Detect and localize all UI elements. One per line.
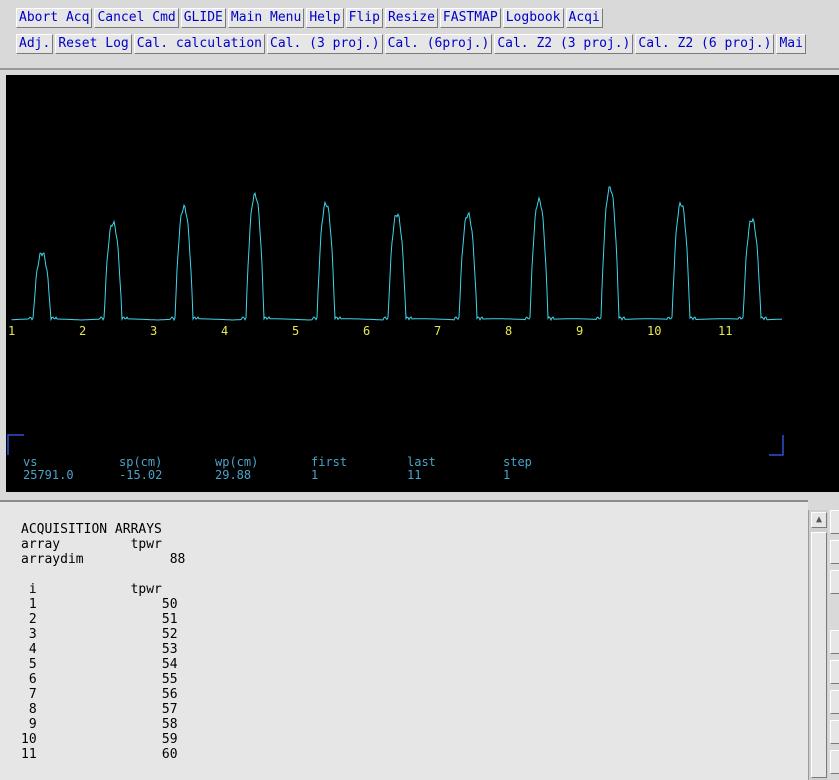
param-value-first: 1	[311, 468, 319, 482]
col-tpwr-header: tpwr	[130, 582, 162, 597]
toolbar-row1-button-5[interactable]: Flip	[345, 8, 383, 28]
scroll-thumb[interactable]	[811, 532, 827, 778]
toolbar-row1-button-7[interactable]: FASTMAP	[439, 8, 501, 28]
array-index-label: 3	[150, 324, 157, 338]
toolbar-row1-button-1[interactable]: Cancel Cmd	[94, 8, 179, 28]
side-button[interactable]	[830, 510, 839, 534]
array-index-label: 8	[505, 324, 512, 338]
array-row: 2 51	[28, 612, 178, 627]
array-row: 1 50	[28, 597, 178, 612]
array-value: tpwr	[130, 537, 162, 552]
param-value-last: 11	[407, 468, 422, 482]
toolbar-divider	[0, 68, 839, 70]
toolbar-row1-button-8[interactable]: Logbook	[502, 8, 564, 28]
array-row: 7 56	[28, 687, 178, 702]
toolbar-row2-button-2[interactable]: Cal. calculation	[133, 34, 265, 54]
array-index-label: 7	[434, 324, 441, 338]
param-value-wp: 29.88	[215, 468, 252, 482]
toolbar-row1-button-2[interactable]: GLIDE	[180, 8, 226, 28]
arrayed-spectra-plot: 1 2 3 4 5 6 7 8 9 10 11	[7, 186, 784, 456]
side-button[interactable]	[830, 660, 839, 684]
array-index-label: 2	[79, 324, 86, 338]
text-output-panel[interactable]: ACQUISITION ARRAYS array tpwr arraydim 8…	[0, 500, 808, 780]
array-row: 11 60	[21, 747, 178, 762]
toolbar-row1-button-6[interactable]: Resize	[384, 8, 438, 28]
side-button[interactable]	[830, 750, 839, 774]
spectrum-display[interactable]: 1 2 3 4 5 6 7 8 9 10 11 vs sp(cm) wp(cm) first las…	[6, 75, 839, 492]
toolbar-row2-button-0[interactable]: Adj.	[16, 34, 54, 54]
array-row: 4 53	[28, 642, 178, 657]
toolbar-row1-button-4[interactable]: Help	[306, 8, 344, 28]
array-index-label: 6	[363, 324, 370, 338]
param-value-vs: 25791.0	[23, 468, 74, 482]
array-index-label: 1	[8, 324, 15, 338]
toolbar-row2-button-5[interactable]: Cal. Z2 (3 proj.)	[494, 34, 634, 54]
array-row: 10 59	[21, 732, 178, 747]
toolbar-row2-button-7[interactable]: Mai	[776, 34, 806, 54]
toolbar-row-2: Adj. Reset Log Cal. calculation Cal. (3 pro…	[16, 34, 806, 54]
arraydim-label: arraydim	[21, 552, 84, 567]
side-button[interactable]	[830, 630, 839, 654]
acquisition-arrays-text: ACQUISITION ARRAYS array tpwr arraydim 8…	[21, 522, 185, 762]
col-i-header: i	[28, 582, 37, 597]
array-row: 3 52	[28, 627, 178, 642]
array-row: 9 58	[28, 717, 178, 732]
plot-corner-marker	[769, 435, 784, 456]
text-scrollbar[interactable]: ▲	[808, 510, 828, 780]
arraydim-value: 88	[169, 552, 186, 567]
array-index-label: 5	[292, 324, 299, 338]
toolbar-row1-button-9[interactable]: Acqi	[565, 8, 603, 28]
array-label: array	[21, 537, 61, 552]
plot-corner-marker	[7, 434, 24, 455]
toolbar-row-1: Abort Acq Cancel Cmd GLIDE Main Menu Help Fli…	[16, 8, 603, 28]
toolbar: Abort Acq Cancel Cmd GLIDE Main Menu Help Fli…	[0, 0, 839, 70]
toolbar-row2-button-4[interactable]: Cal. (6proj.)	[384, 34, 493, 54]
toolbar-row1-button-3[interactable]: Main Menu	[227, 8, 305, 28]
array-row: 5 54	[28, 657, 178, 672]
toolbar-row1-button-0[interactable]: Abort Acq	[16, 8, 93, 28]
text-title: ACQUISITION ARRAYS	[21, 522, 162, 537]
array-index-label: 11	[718, 324, 732, 338]
array-index-label: 9	[576, 324, 583, 338]
toolbar-row2-button-1[interactable]: Reset Log	[55, 34, 132, 54]
side-button[interactable]	[830, 570, 839, 594]
side-button[interactable]	[830, 720, 839, 744]
side-button[interactable]	[830, 540, 839, 564]
arrow-up-icon[interactable]: ▲	[811, 512, 827, 528]
side-button-strip	[828, 500, 839, 780]
array-index-label: 10	[647, 324, 661, 338]
toolbar-row2-button-3[interactable]: Cal. (3 proj.)	[267, 34, 383, 54]
param-values: 25791.0 -15.02 29.88 1 11 1	[6, 469, 839, 482]
array-row: 8 57	[28, 702, 178, 717]
spectrum-trace	[11, 186, 782, 322]
array-index-label: 4	[221, 324, 228, 338]
side-button[interactable]	[830, 690, 839, 714]
param-value-sp: -15.02	[119, 468, 163, 482]
toolbar-row2-button-6[interactable]: Cal. Z2 (6 proj.)	[635, 34, 775, 54]
param-value-step: 1	[503, 468, 511, 482]
array-row: 6 55	[28, 672, 178, 687]
